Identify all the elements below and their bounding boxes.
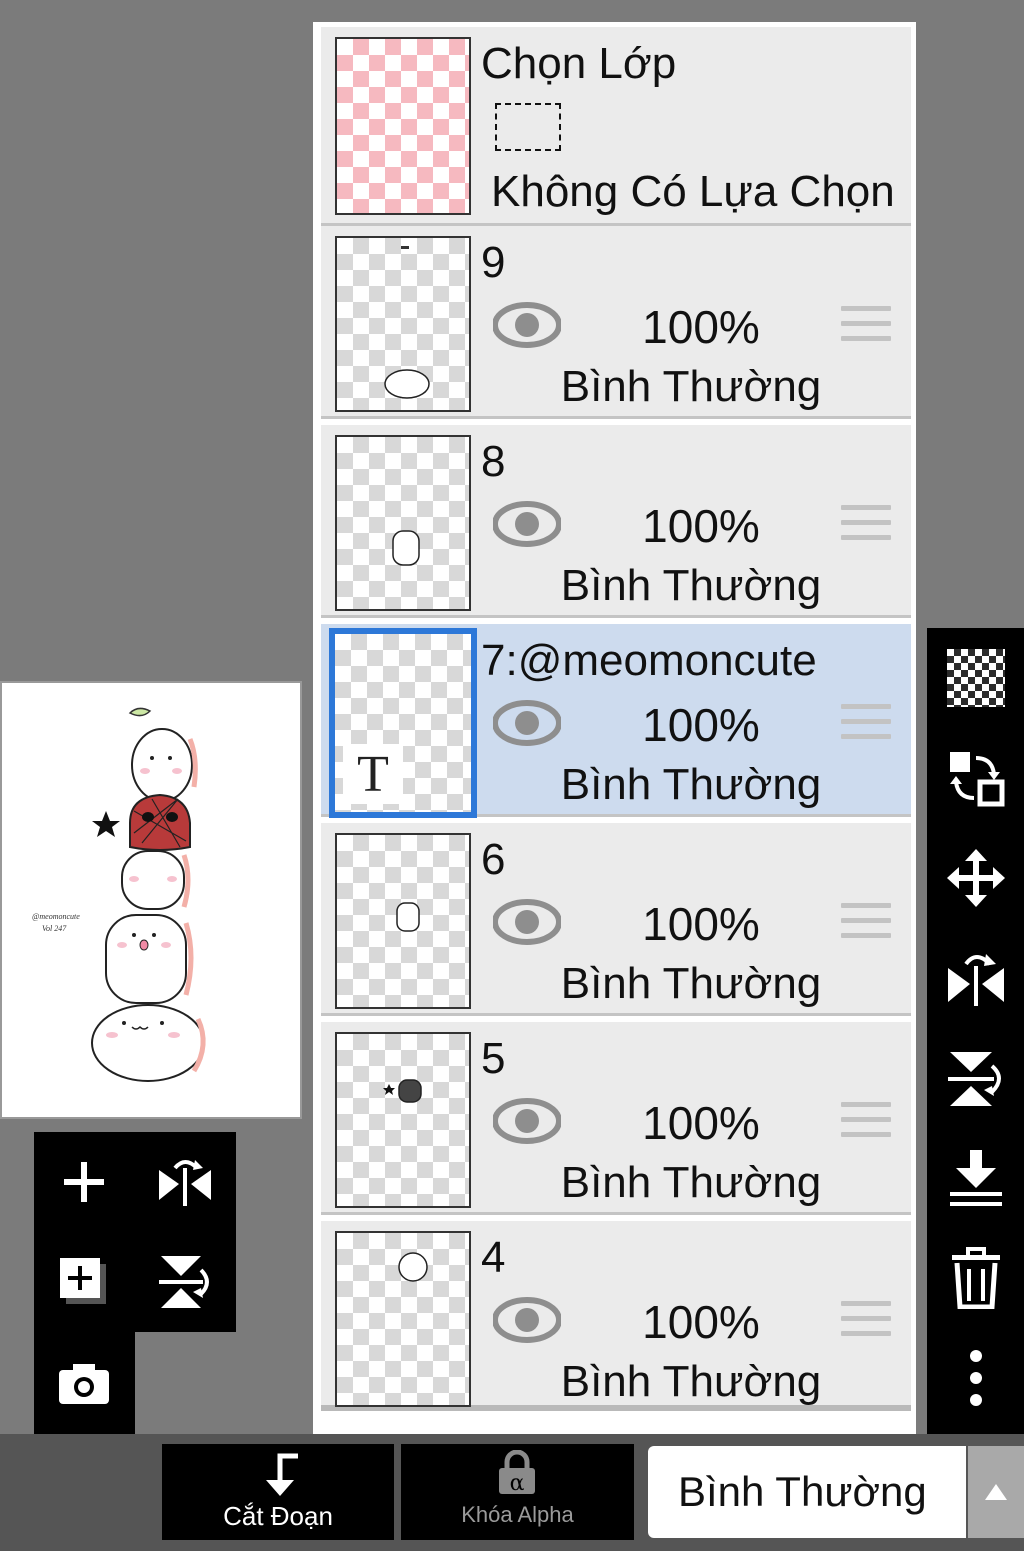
swap-layers-button[interactable] [927,728,1024,828]
move-layer-button[interactable] [927,828,1024,928]
layer-thumbnail[interactable]: T [329,628,477,818]
selection-layer-row[interactable]: Chọn Lớp Không Có Lựa Chọn [321,27,911,226]
flip-layer-vertical-button[interactable] [135,1232,235,1332]
flip-horizontal-icon [947,954,1004,1006]
clipping-arrow-icon [266,1453,298,1496]
artwork-illustration [91,707,206,1082]
flip-vertical-icon [159,1256,209,1308]
svg-text:α: α [510,1471,525,1496]
blend-mode-select[interactable]: Bình Thường [648,1446,966,1538]
layer-thumbnail-art [383,1079,422,1103]
more-icon [969,1350,982,1406]
layer-thumbnail-art [384,246,430,399]
layer-row[interactable]: 6 100% Bình Thường [321,823,911,1016]
layer-row[interactable]: 5 100% Bình Thường [321,1022,911,1215]
flip-horizontal-icon [159,1160,211,1206]
selection-layer-thumbnail [335,37,471,215]
drag-handle-icon[interactable] [841,903,891,943]
flip-horizontal-button[interactable] [927,928,1024,1028]
layer-name: 4 [481,1233,506,1282]
drag-handle-icon[interactable] [841,505,891,545]
add-layer-copy-icon [60,1258,106,1304]
drag-handle-icon[interactable] [841,306,891,346]
layer-thumbnail-art [398,1252,428,1282]
alpha-lock-button[interactable]: α Khóa Alpha [401,1444,634,1540]
delete-layer-button[interactable] [927,1228,1024,1328]
layer-panel: Chọn Lớp Không Có Lựa Chọn 9 100% Bình T… [313,22,916,1434]
merge-down-button[interactable] [927,1128,1024,1228]
layer-thumbnail-art [396,902,420,932]
blend-mode-dropdown-button[interactable] [968,1446,1024,1538]
flip-layer-horizontal-button[interactable] [135,1132,235,1232]
layer-blend-mode: Bình Thường [560,1357,822,1406]
layer-thumbnail-art [392,530,420,566]
layer-name: 7:@meomoncute [481,636,817,685]
layer-blend-mode: Bình Thường [560,362,822,411]
layer-blend-mode: Bình Thường [560,760,822,809]
add-layer-button[interactable] [34,1132,134,1232]
canvas-caption: @meomoncute Vol 247 [32,911,80,935]
bottom-bar: Cắt Đoạn α Khóa Alpha Bình Thường [0,1434,1024,1551]
layer-blend-mode: Bình Thường [560,959,822,1008]
layer-name: 8 [481,437,506,486]
drag-handle-icon[interactable] [841,1102,891,1142]
layer-thumbnail[interactable] [335,1032,471,1208]
more-options-button[interactable] [927,1328,1024,1428]
layer-thumbnail[interactable] [335,435,471,611]
text-layer-badge: T [343,744,403,804]
layer-opacity[interactable]: 100% [621,300,781,354]
selection-status: Không Có Lựa Chọn [491,167,895,216]
canvas-caption-line2: Vol 247 [42,924,67,933]
visibility-eye-icon[interactable] [493,301,561,349]
trash-icon [951,1247,1000,1309]
layer-blend-mode: Bình Thường [560,561,822,610]
layer-opacity[interactable]: 100% [621,698,781,752]
layer-opacity[interactable]: 100% [621,1096,781,1150]
visibility-eye-icon[interactable] [493,1097,561,1145]
layer-blend-mode: Bình Thường [560,1158,822,1207]
clip-button[interactable]: Cắt Đoạn [162,1444,394,1540]
drag-handle-icon[interactable] [841,1301,891,1341]
selection-marquee-icon [495,103,561,151]
visibility-eye-icon[interactable] [493,500,561,548]
flip-vertical-icon [947,1052,1001,1106]
merge-down-icon [949,1150,1002,1206]
layer-opacity[interactable]: 100% [621,499,781,553]
visibility-eye-icon[interactable] [493,898,561,946]
layer-name: 9 [481,238,506,287]
move-icon [946,849,1005,907]
add-layer-icon [64,1162,104,1202]
layer-thumbnail[interactable] [335,236,471,412]
camera-icon [59,1364,109,1404]
layer-row[interactable]: 9 100% Bình Thường [321,226,911,419]
layer-name: 5 [481,1034,506,1083]
canvas-preview[interactable]: @meomoncute Vol 247 [0,681,302,1119]
transparent-fill-button[interactable] [927,628,1024,728]
canvas-caption-line1: @meomoncute [32,912,80,921]
layer-row-selected[interactable]: T 7:@meomoncute 100% Bình Thường [321,624,911,818]
layer-thumbnail[interactable] [335,833,471,1009]
add-layer-copy-button[interactable] [34,1232,134,1332]
layer-opacity[interactable]: 100% [621,897,781,951]
layer-opacity[interactable]: 100% [621,1295,781,1349]
swap-layers-icon [949,752,1004,807]
triangle-up-icon [985,1484,1007,1500]
visibility-eye-icon[interactable] [493,1296,561,1344]
camera-button[interactable] [34,1334,134,1434]
flip-vertical-button[interactable] [927,1028,1024,1128]
selection-layer-title: Chọn Lớp [481,39,677,88]
lock-icon: α [499,1450,535,1496]
alpha-lock-label: Khóa Alpha [461,1502,574,1527]
layer-name: 6 [481,835,506,884]
transparent-icon [946,649,1005,707]
right-toolbar [927,628,1024,1434]
layer-row[interactable]: 8 100% Bình Thường [321,425,911,618]
layer-row[interactable]: 4 100% Bình Thường [321,1221,911,1411]
clip-label: Cắt Đoạn [223,1501,333,1531]
layer-thumbnail[interactable] [335,1231,471,1407]
drag-handle-icon[interactable] [841,704,891,744]
visibility-eye-icon[interactable] [493,699,561,747]
